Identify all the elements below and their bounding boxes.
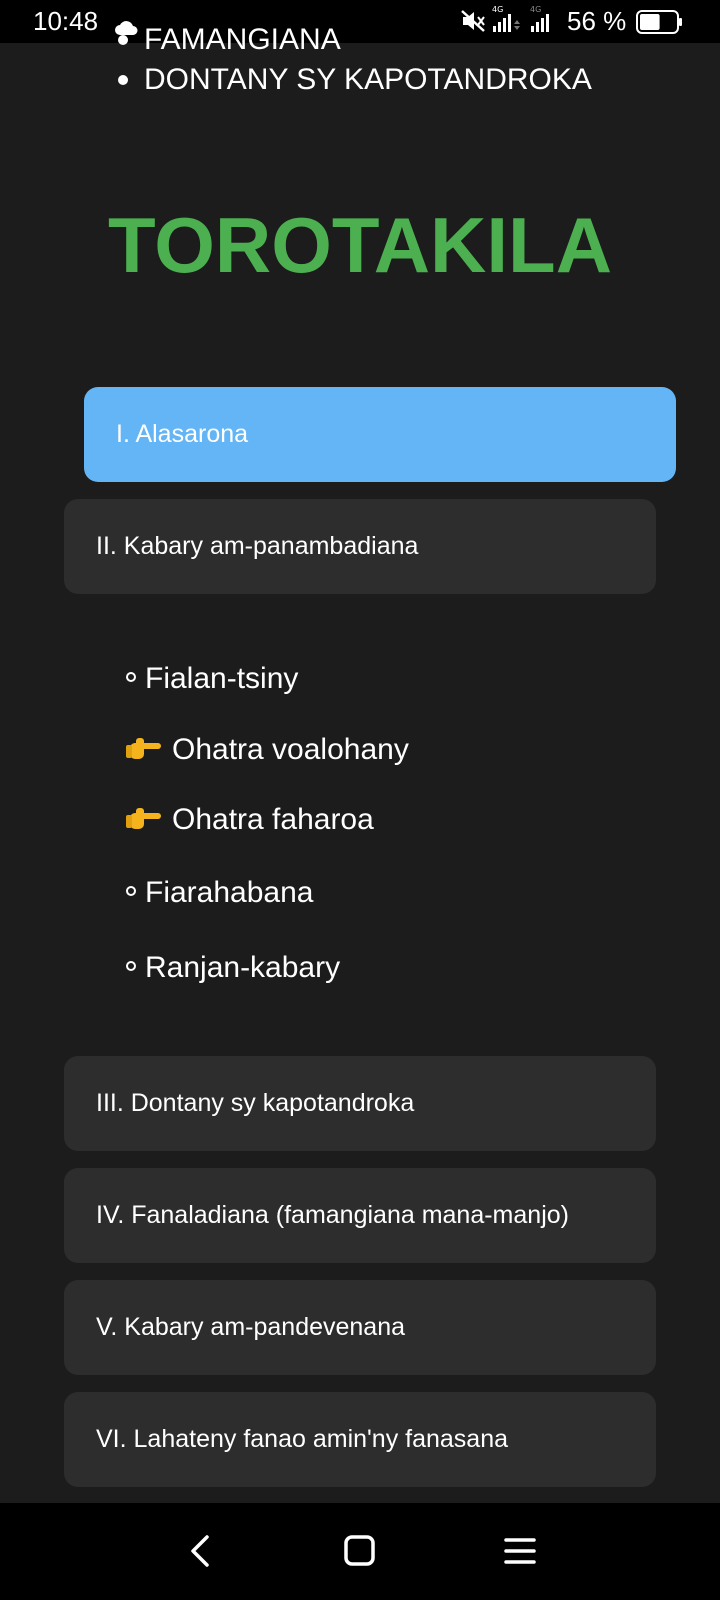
section-button-dontany-sy-kapotandroka[interactable]: III. Dontany sy kapotandroka xyxy=(64,1056,656,1151)
home-icon[interactable] xyxy=(342,1533,378,1574)
top-bullet-list: FAMANGIANA DONTANY SY KAPOTANDROKA xyxy=(114,20,592,100)
section-label: II. Kabary am-panambadiana xyxy=(96,532,419,560)
circle-bullet-icon xyxy=(126,886,136,897)
section-button-kabary-am-pandevenana[interactable]: V. Kabary am-pandevenana xyxy=(64,1280,656,1375)
sub-item-label: Ohatra voalohany xyxy=(172,733,409,766)
section-label: III. Dontany sy kapotandroka xyxy=(96,1089,415,1117)
sub-item-label: Ohatra faharoa xyxy=(172,803,374,836)
sub-item-label: Fiarahabana xyxy=(145,876,314,909)
sub-item-ohatra-faharoa[interactable]: Ohatra faharoa xyxy=(126,803,374,837)
sub-item-label: Fialan-tsiny xyxy=(145,662,299,695)
section-label: V. Kabary am-pandevenana xyxy=(96,1313,406,1341)
back-icon[interactable] xyxy=(183,1533,219,1574)
section-label: IV. Fanaladiana (famangiana mana-manjo) xyxy=(96,1201,569,1229)
section-label: I. Alasarona xyxy=(116,420,249,448)
list-item: DONTANY SY KAPOTANDROKA xyxy=(114,60,592,100)
menu-icon[interactable] xyxy=(502,1533,538,1574)
circle-bullet-icon xyxy=(126,672,136,683)
page-title: TOROTAKILA xyxy=(107,201,613,289)
list-item: FAMANGIANA xyxy=(114,20,592,60)
section-button-fanaladiana[interactable]: IV. Fanaladiana (famangiana mana-manjo) xyxy=(64,1168,656,1263)
svg-text:4G: 4G xyxy=(492,5,503,14)
section-label: VI. Lahateny fanao amin'ny fanasana xyxy=(96,1425,509,1453)
sub-item-label: Ranjan-kabary xyxy=(145,951,341,984)
navigation-bar xyxy=(0,1503,720,1600)
circle-bullet-icon xyxy=(126,961,136,972)
sub-item-fialan-tsiny[interactable]: Fialan-tsiny xyxy=(126,662,298,696)
battery-icon xyxy=(636,10,684,41)
sub-item-fiarahabana[interactable]: Fiarahabana xyxy=(126,876,313,910)
status-time: 10:48 xyxy=(33,6,99,36)
hand-pointing-right-icon xyxy=(126,803,162,833)
svg-text:4G: 4G xyxy=(530,5,541,14)
section-button-alasarona[interactable]: I. Alasarona xyxy=(84,387,676,482)
hand-pointing-right-icon xyxy=(126,733,162,763)
section-button-kabary-am-panambadiana[interactable]: II. Kabary am-panambadiana xyxy=(64,499,656,594)
sub-item-ranjan-kabary[interactable]: Ranjan-kabary xyxy=(126,951,340,985)
section-button-lahateny-fanao[interactable]: VI. Lahateny fanao amin'ny fanasana xyxy=(64,1392,656,1487)
sub-item-ohatra-voalohany[interactable]: Ohatra voalohany xyxy=(126,733,409,767)
